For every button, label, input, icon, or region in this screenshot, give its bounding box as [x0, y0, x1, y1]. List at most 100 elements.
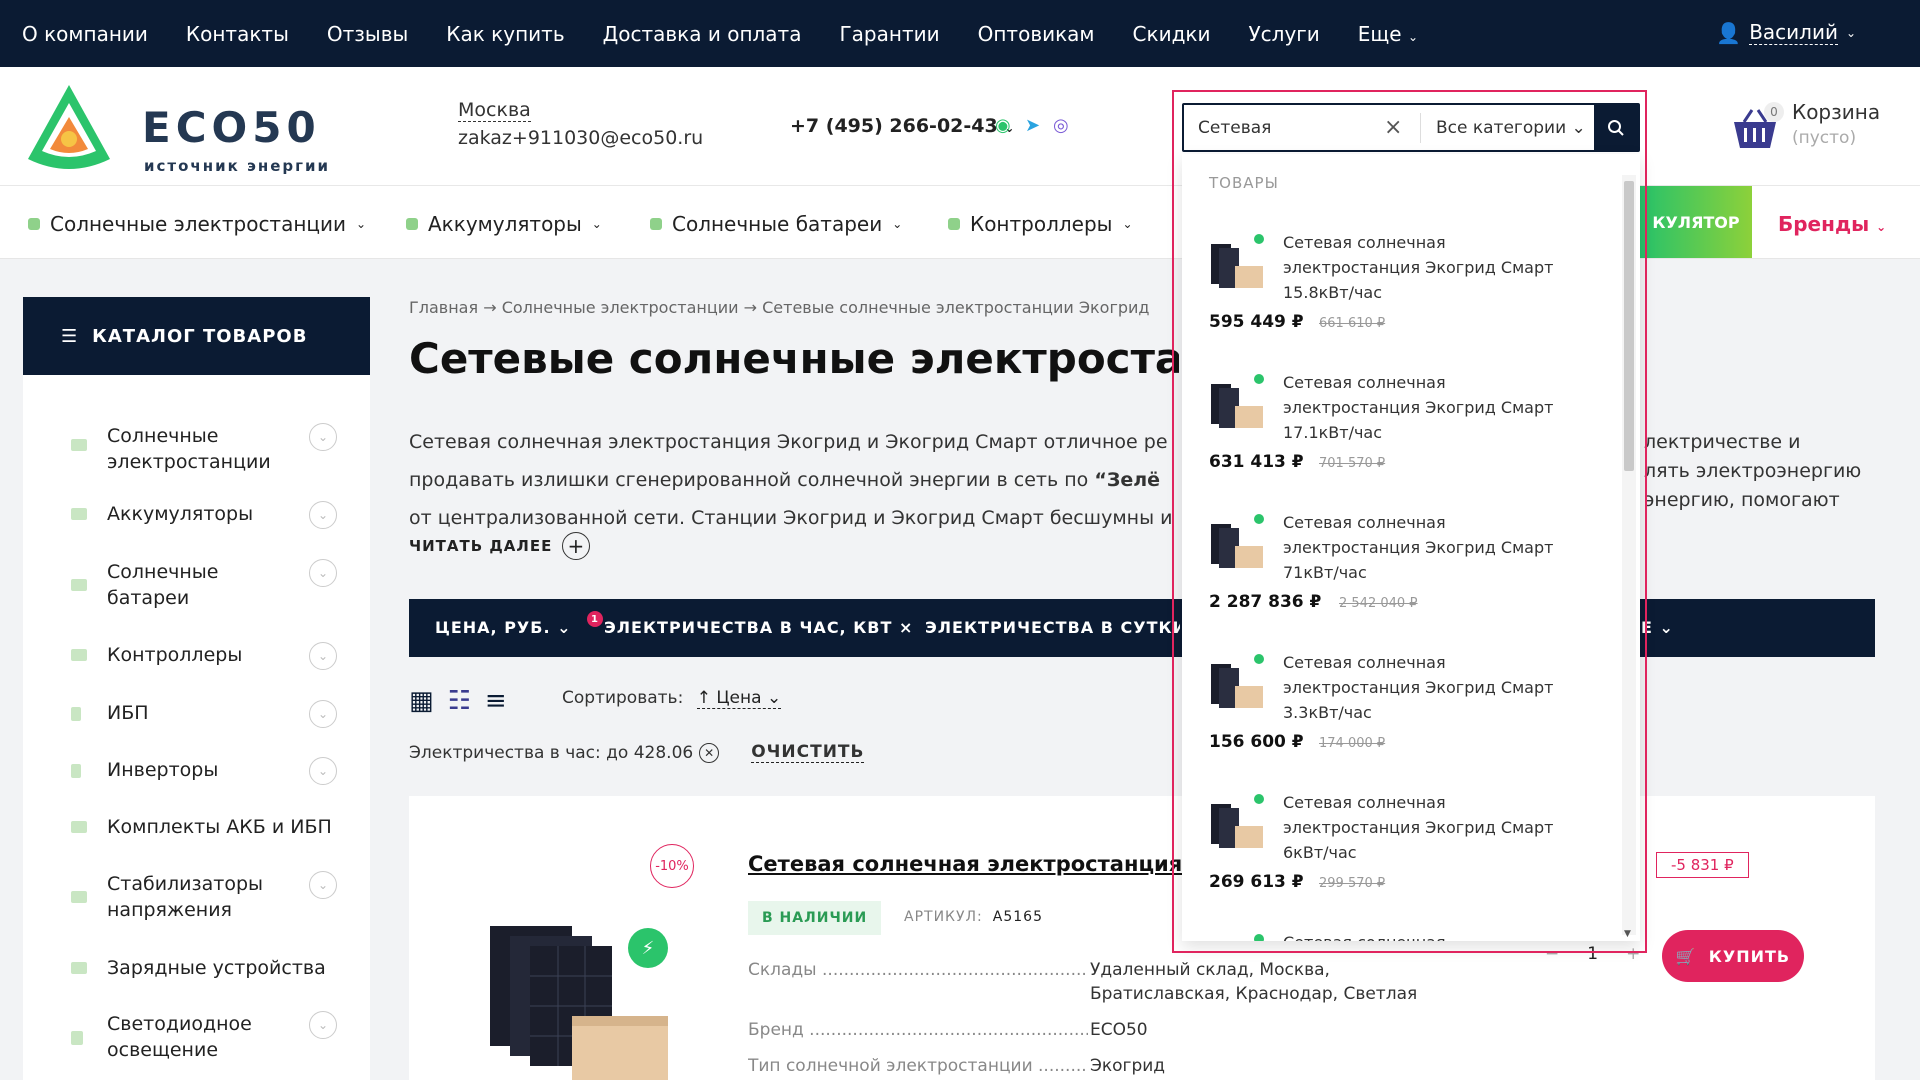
page-title: Сетевые солнечные электростанции Экогрид [409, 334, 1179, 383]
chevron-down-icon[interactable]: ⌄ [309, 559, 337, 587]
hamburger-icon: ☰ [61, 325, 79, 347]
topnav-delivery[interactable]: Доставка и оплата [603, 22, 802, 46]
sku-label: АРТИКУЛ: [904, 909, 983, 925]
topnav-wholesale[interactable]: Оптовикам [978, 22, 1095, 46]
catalog-header[interactable]: ☰ КАТАЛОГ ТОВАРОВ [23, 297, 370, 375]
chevron-down-icon[interactable]: ⌄ [309, 501, 337, 529]
topnav-how-to-buy[interactable]: Как купить [446, 22, 564, 46]
menu-solar-stations[interactable]: Солнечные электростанции ⌄ [28, 212, 366, 236]
solar-panel-icon [71, 579, 87, 591]
grid-view-icon[interactable]: ▦ [409, 686, 434, 716]
lightbulb-icon [71, 1031, 83, 1045]
menu-brands-label: Бренды [1778, 212, 1870, 236]
phone-number[interactable]: +7 (495) 266-02-43 ⌄ [790, 115, 1014, 137]
product-sku: АРТИКУЛ: A5165 [904, 909, 1043, 925]
compact-view-icon[interactable]: ≡ [485, 686, 507, 716]
prop-brand-value: ECO50 [1090, 1020, 1148, 1040]
menu-batteries[interactable]: Аккумуляторы ⌄ [406, 212, 602, 236]
sidebar-item-label: Зарядные устройства [107, 957, 326, 979]
calculator-button[interactable]: КУЛЯТОР [1640, 186, 1752, 258]
charger-icon [71, 962, 87, 974]
sidebar-item-label: Солнечные электростанции [107, 425, 271, 473]
sort-label: Сортировать: [562, 688, 684, 708]
stock-badge: В НАЛИЧИИ [748, 901, 882, 935]
read-more-link[interactable]: ЧИТАТЬ ДАЛЕЕ + [409, 532, 591, 560]
filter-power-hour[interactable]: ЭЛЕКТРИЧЕСТВА В ЧАС, КВТ × [604, 618, 913, 637]
chevron-down-icon: ⌄ [591, 217, 602, 231]
chevron-down-icon[interactable]: ⌄ [309, 757, 337, 785]
topnav-services[interactable]: Услуги [1248, 22, 1319, 46]
desc-line-2-end: лять электроэнергию [1644, 460, 1862, 482]
solar-station-icon [28, 218, 40, 230]
chevron-down-icon[interactable]: ⌄ [309, 871, 337, 899]
topnav-warranty[interactable]: Гарантии [839, 22, 939, 46]
menu-solar-panels[interactable]: Солнечные батареи ⌄ [650, 212, 902, 236]
user-icon: 👤 [1716, 20, 1742, 45]
cart-label: Корзина [1792, 100, 1881, 124]
filter-power-day[interactable]: ЭЛЕКТРИЧЕСТВА В СУТКИ, КЕ [925, 618, 1180, 637]
chevron-down-icon[interactable]: ⌄ [309, 1011, 337, 1039]
read-more-label: ЧИТАТЬ ДАЛЕЕ [409, 537, 553, 555]
controller-icon [71, 649, 87, 661]
whatsapp-icon[interactable]: ◉ [995, 115, 1011, 136]
prop-warehouses-label: Склады [748, 960, 817, 980]
menu-brands[interactable]: Бренды ⌄ [1778, 212, 1886, 236]
breadcrumb-home[interactable]: Главная [409, 298, 478, 317]
grid-tie-icon: ⚡ [628, 928, 668, 968]
topnav-discounts[interactable]: Скидки [1133, 22, 1211, 46]
desc-line-2-quote: “Зелё [1094, 469, 1161, 491]
clear-filters-link[interactable]: ОЧИСТИТЬ [751, 742, 865, 763]
desc-line-3: от централизованной сети. Станции Экогри… [409, 507, 1173, 529]
topnav-about[interactable]: О компании [22, 22, 148, 46]
topnav-reviews[interactable]: Отзывы [327, 22, 408, 46]
breadcrumb-category[interactable]: Солнечные электростанции [502, 298, 739, 317]
active-filters: Электричества в час: до 428.06 ✕ ОЧИСТИТ… [409, 742, 865, 763]
list-view-icon[interactable]: ☷ [448, 686, 471, 716]
cart[interactable]: 0 Корзина (пусто) [1730, 100, 1900, 160]
chevron-down-icon: ⌄ [1407, 29, 1418, 44]
logo-icon [28, 85, 110, 169]
topnav-more[interactable]: Еще ⌄ [1358, 22, 1418, 46]
contact-block: Москва zakaz+911030@eco50.ru [458, 99, 703, 149]
sidebar-item-label: Инверторы [107, 759, 219, 781]
logo-brand: ECO50 [142, 103, 321, 152]
menu-controllers[interactable]: Контроллеры ⌄ [948, 212, 1133, 236]
remove-filter-icon[interactable]: ✕ [699, 742, 720, 763]
saving-badge: -5 831 ₽ [1656, 852, 1749, 878]
user-name: Василий [1749, 20, 1838, 45]
cart-status: (пусто) [1792, 128, 1857, 148]
prop-type-label: Тип солнечной электростанции [748, 1056, 1033, 1076]
sidebar-item-label: Солнечные батареи [107, 561, 219, 609]
prop-brand-label: Бренд [748, 1020, 804, 1040]
stabilizer-icon [71, 891, 87, 903]
filter-price[interactable]: ЦЕНА, РУБ. ⌄ [435, 618, 572, 637]
desc-line-1: Сетевая солнечная электростанция Экогрид… [409, 431, 1168, 453]
discount-badge: -10% [650, 844, 694, 888]
chevron-down-icon: ⌄ [892, 217, 903, 231]
viber-icon[interactable]: ◎ [1053, 115, 1069, 136]
chevron-down-icon[interactable]: ⌄ [309, 642, 337, 670]
city-selector[interactable]: Москва [458, 99, 531, 122]
telegram-icon[interactable]: ➤ [1025, 115, 1040, 136]
topnav-contacts[interactable]: Контакты [186, 22, 289, 46]
prop-name: Тип солнечной электростанции ...........… [748, 1056, 1088, 1076]
sort-select[interactable]: ↑ Цена ⌄ [696, 688, 782, 709]
user-menu[interactable]: 👤 Василий ⌄ [1716, 20, 1856, 45]
chevron-down-icon[interactable]: ⌄ [309, 700, 337, 728]
solar-panel-icon [650, 218, 662, 230]
buy-button[interactable]: 🛒 КУПИТЬ [1662, 930, 1804, 982]
top-navigation: О компании Контакты Отзывы Как купить До… [0, 0, 1920, 67]
site-logo[interactable]: ECO50 источник энергии [22, 81, 342, 176]
product-title[interactable]: Сетевая солнечная электростанция Экогрид… [748, 852, 1183, 876]
email-link[interactable]: zakaz+911030@eco50.ru [458, 127, 703, 149]
prop-warehouses-value: Удаленный склад, Москва, Братиславская, … [1090, 960, 1418, 1004]
sort-control: Сортировать: ↑ Цена ⌄ [562, 688, 782, 709]
buy-label: КУПИТЬ [1708, 946, 1791, 966]
controller-icon [948, 218, 960, 230]
battery-icon [71, 508, 87, 520]
menu-solar-panels-label: Солнечные батареи [672, 212, 883, 236]
chevron-down-icon[interactable]: ⌄ [309, 423, 337, 451]
catalog-title: КАТАЛОГ ТОВАРОВ [92, 325, 308, 347]
desc-line-3-end: энергию, помогают [1644, 489, 1840, 511]
sidebar-item-label: ИБП [107, 702, 149, 724]
